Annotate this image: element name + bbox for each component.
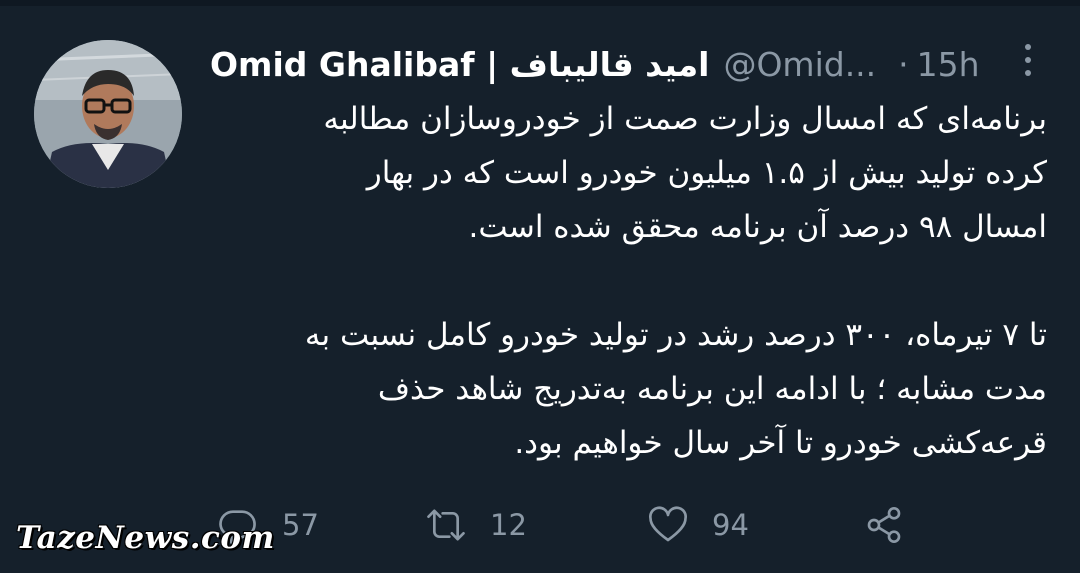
- timestamp[interactable]: 15h: [917, 45, 980, 84]
- avatar-image: [34, 40, 182, 188]
- share-icon: [867, 507, 901, 543]
- tweet-line: امسال ۹۸ درصد آن برنامه محقق شده است.: [468, 209, 1047, 245]
- tweet-line: تا ۷ تیرماه، ۳۰۰ درصد رشد در تولید خودرو…: [304, 317, 1047, 353]
- top-border: [0, 0, 1080, 6]
- tweet-line: کرده تولید بیش از ۱.۵ میلیون خودرو است ک…: [366, 155, 1047, 191]
- user-handle[interactable]: @Omid...: [723, 45, 876, 84]
- retweet-count: 12: [490, 508, 527, 542]
- separator-dot: ·: [898, 44, 909, 84]
- tweet-line: برنامه‌ای که امسال وزارت صمت از خودروساز…: [323, 101, 1047, 137]
- like-count: 94: [712, 508, 749, 542]
- tweet-header: Omid Ghalibaf | امید قالیباف @Omid... · …: [210, 40, 1040, 88]
- watermark: TazeNews.com: [16, 520, 275, 556]
- avatar[interactable]: [34, 40, 182, 188]
- display-name[interactable]: Omid Ghalibaf | امید قالیباف: [210, 45, 709, 84]
- reply-count: 57: [282, 508, 319, 542]
- tweet-paragraph: برنامه‌ای که امسال وزارت صمت از خودروساز…: [205, 92, 1047, 254]
- like-button[interactable]: 94: [648, 500, 749, 550]
- retweet-icon: [427, 509, 465, 541]
- heart-icon: [649, 506, 687, 542]
- tweet-text: برنامه‌ای که امسال وزارت صمت از خودروساز…: [205, 92, 1047, 470]
- retweet-button[interactable]: 12: [426, 500, 527, 550]
- more-vertical-icon[interactable]: [1016, 40, 1040, 80]
- tweet-actions: 57 12 94: [210, 500, 970, 550]
- tweet-paragraph: تا ۷ تیرماه، ۳۰۰ درصد رشد در تولید خودرو…: [205, 308, 1047, 470]
- tweet-line: مدت مشابه ؛ با ادامه این برنامه به‌تدریج…: [377, 371, 1047, 407]
- tweet-line: قرعه‌کشی خودرو تا آخر سال خواهیم بود.: [514, 425, 1047, 461]
- share-button[interactable]: [864, 500, 904, 550]
